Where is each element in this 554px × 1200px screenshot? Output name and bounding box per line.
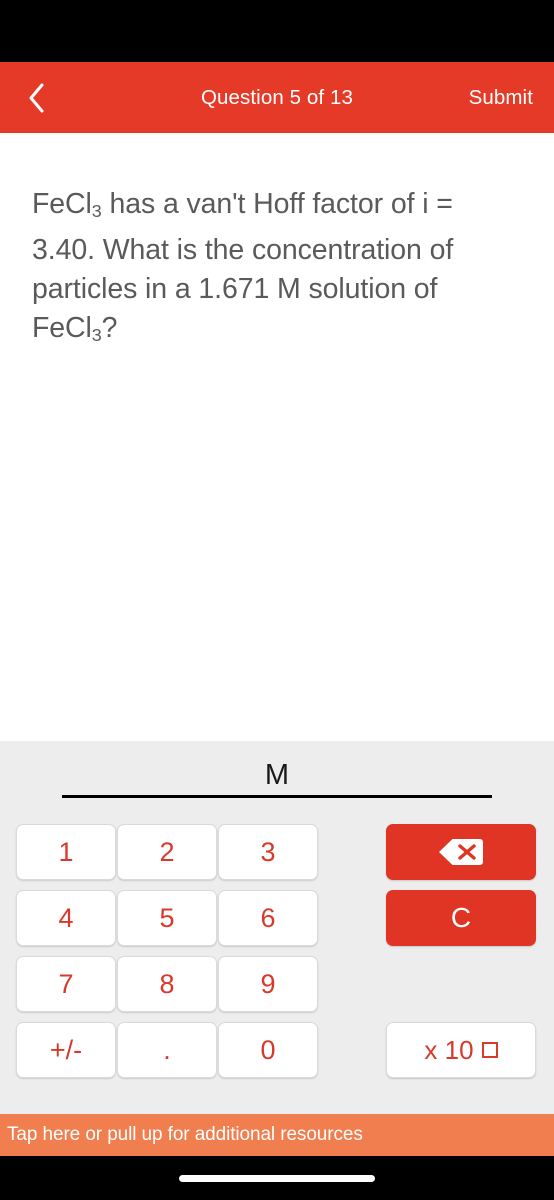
answer-area: M [0,741,554,809]
keypad-panel: M 1 2 3 4 5 6 7 8 9 +/- . 0 C x 10 [0,741,554,1114]
question-subscript-1: 3 [91,200,102,221]
key-6[interactable]: 6 [218,890,318,946]
app-header: Question 5 of 13 Submit [0,62,554,133]
question-compound-2: FeCl [32,311,92,344]
exponent-label: x 10 [424,1034,474,1065]
question-content: FeCl3 has a van't Hoff factor of i = 3.4… [0,133,554,741]
question-text: FeCl3 has a van't Hoff factor of i = 3.4… [32,185,522,355]
key-9[interactable]: 9 [218,956,318,1012]
status-bar [0,0,554,62]
key-7[interactable]: 7 [16,956,116,1012]
key-plus-minus[interactable]: +/- [16,1022,116,1078]
clear-button[interactable]: C [386,890,536,946]
resources-banner[interactable]: Tap here or pull up for additional resou… [0,1114,554,1156]
question-subscript-2: 3 [91,324,102,345]
backspace-delete-icon [439,839,483,865]
question-tail: ? [101,311,118,344]
key-5[interactable]: 5 [117,890,217,946]
numeric-keypad: 1 2 3 4 5 6 7 8 9 +/- . 0 [16,824,320,1114]
home-indicator[interactable] [179,1174,375,1182]
app-root: Question 5 of 13 Submit FeCl3 has a van'… [0,0,554,1200]
resources-banner-label: Tap here or pull up for additional resou… [7,1124,363,1145]
key-1[interactable]: 1 [16,824,116,880]
keypad-keys: 1 2 3 4 5 6 7 8 9 +/- . 0 C x 10 [0,824,554,1114]
question-compound-1: FeCl [32,188,92,220]
key-3[interactable]: 3 [218,824,318,880]
action-keys: C x 10 [320,824,538,1114]
answer-input[interactable] [62,795,492,798]
exponent-input-box[interactable] [481,1042,498,1058]
key-8[interactable]: 8 [117,956,217,1012]
exponent-button[interactable]: x 10 [386,1022,536,1078]
backspace-button[interactable] [386,824,536,880]
key-0[interactable]: 0 [218,1022,318,1078]
key-2[interactable]: 2 [117,824,217,880]
answer-unit-label: M [264,759,290,791]
home-indicator-area [0,1156,554,1200]
key-4[interactable]: 4 [16,890,116,946]
key-decimal[interactable]: . [117,1022,217,1078]
submit-button[interactable]: Submit [469,86,533,110]
